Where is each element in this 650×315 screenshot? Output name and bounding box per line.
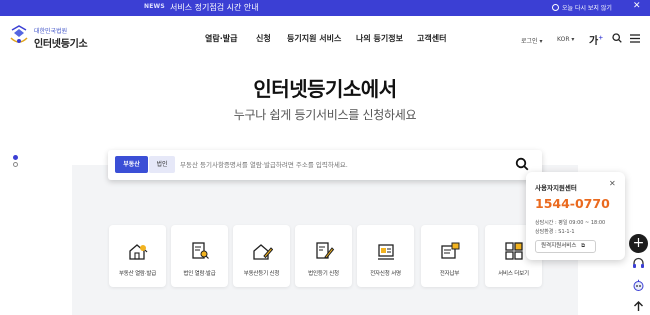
card-label: 법인등기 신청 — [308, 271, 339, 277]
card-e-payment[interactable]: 전자납부 — [421, 225, 478, 287]
grid-icon — [505, 242, 523, 260]
card-label: 부동산등기 신청 — [243, 271, 280, 277]
language-select[interactable]: KOR ▾ — [557, 36, 574, 43]
nav-customer-center[interactable]: 고객센터 — [417, 33, 446, 44]
slide-indicator-active[interactable] — [13, 155, 18, 160]
card-label: 전자납부 — [439, 271, 460, 277]
nav-support-services[interactable]: 등기지원 서비스 — [287, 33, 341, 44]
search-box: 부동산 법인 — [108, 150, 542, 180]
nav-apply[interactable]: 신청 — [256, 33, 271, 44]
menu-icon[interactable] — [630, 34, 640, 43]
hero-subtitle: 누구나 쉽게 등기서비스를 신청하세요 — [233, 108, 417, 122]
chatbot-icon[interactable] — [632, 279, 645, 292]
card-real-estate-view[interactable]: 부동산 열람·발급 — [109, 225, 166, 287]
logo-subtitle: 대한민국법원 — [34, 28, 68, 35]
remote-support-label: 원격지원서비스 — [541, 243, 577, 249]
card-label: 부동산 열람·발급 — [118, 271, 157, 277]
font-size-button[interactable]: 가+ — [589, 32, 603, 47]
support-env: 상담환경 : S1-1-1 — [535, 229, 575, 235]
nav-my-info[interactable]: 나의 등기정보 — [356, 33, 403, 44]
notice-tag: NEWS — [144, 3, 165, 10]
card-label: 법인 열람·발급 — [183, 271, 216, 277]
card-label: 서비스 더보기 — [498, 271, 529, 277]
card-corporation-apply[interactable]: 법인등기 신청 — [295, 225, 352, 287]
headset-icon[interactable] — [632, 257, 645, 270]
search-icon[interactable] — [515, 157, 529, 171]
hide-today-checkbox[interactable] — [552, 4, 559, 11]
tab-corporation[interactable]: 법인 — [149, 156, 175, 173]
card-corporation-view[interactable]: 법인 열람·발급 — [171, 225, 228, 287]
document-pen-icon — [316, 242, 335, 259]
support-phone: 1544-0770 — [535, 196, 610, 211]
plus-icon[interactable]: + — [629, 234, 648, 253]
logo-title[interactable]: 인터넷등기소 — [34, 35, 88, 50]
header: 대한민국법원 인터넷등기소 열람·발급 신청 등기지원 서비스 나의 등기정보 … — [0, 16, 650, 62]
document-search-icon — [192, 242, 209, 259]
remote-support-button[interactable]: 원격지원서비스 ⧉ — [535, 240, 596, 253]
court-logo-icon[interactable] — [8, 24, 30, 48]
e-sign-icon — [378, 244, 394, 260]
card-label: 전자신청 서명 — [370, 271, 401, 277]
slide-indicator[interactable] — [13, 162, 18, 167]
close-icon[interactable]: ✕ — [609, 179, 616, 188]
scroll-top-icon[interactable] — [632, 300, 645, 313]
notice-bar: NEWS 서비스 정기점검 시간 안내 오늘 다시 보지 않기 ✕ — [0, 0, 650, 16]
search-input[interactable] — [180, 159, 500, 171]
house-pen-icon — [253, 244, 273, 260]
e-payment-icon — [441, 242, 460, 259]
support-hours: 상담시간 : 평일 09:00 ~ 18:00 — [535, 220, 606, 226]
search-icon[interactable] — [612, 33, 622, 43]
font-size-plus: + — [598, 34, 604, 42]
support-center-popup: 사용자지원센터 ✕ 1544-0770 상담시간 : 평일 09:00 ~ 18… — [526, 172, 625, 260]
font-size-label: 가 — [589, 36, 599, 47]
external-link-icon: ⧉ — [581, 243, 586, 249]
hero-title: 인터넷등기소에서 — [253, 77, 397, 101]
nav-view-issue[interactable]: 열람·발급 — [205, 33, 237, 44]
card-real-estate-apply[interactable]: 부동산등기 신청 — [233, 225, 290, 287]
hide-today-label[interactable]: 오늘 다시 보지 않기 — [562, 3, 612, 12]
close-icon[interactable]: ✕ — [633, 1, 641, 11]
tab-real-estate[interactable]: 부동산 — [115, 156, 148, 173]
notice-link[interactable]: 서비스 정기점검 시간 안내 — [170, 2, 259, 13]
login-menu[interactable]: 로그인 ▾ — [521, 36, 542, 45]
house-search-icon — [129, 244, 148, 260]
support-title: 사용자지원센터 — [535, 184, 577, 192]
card-e-sign[interactable]: 전자신청 서명 — [357, 225, 414, 287]
